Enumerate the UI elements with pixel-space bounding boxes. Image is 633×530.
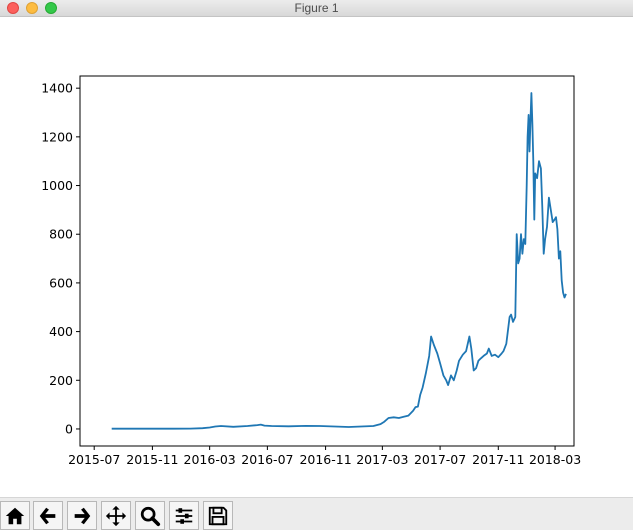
x-tick-label: 2017-07 bbox=[414, 452, 466, 467]
x-tick-label: 2016-03 bbox=[184, 452, 236, 467]
zoom-button[interactable] bbox=[135, 501, 165, 530]
configure-subplots-button[interactable] bbox=[169, 501, 199, 530]
sliders-icon bbox=[175, 507, 193, 524]
figure-canvas: 0 200 400 600 800 1000 1200 1400 2015-07 2015-11… bbox=[0, 17, 633, 497]
x-tick-label: 2018-03 bbox=[529, 452, 581, 467]
line-chart: 0 200 400 600 800 1000 1200 1400 2015-07 2015-11… bbox=[41, 75, 581, 467]
pan-button[interactable] bbox=[101, 501, 131, 530]
save-floppy-icon bbox=[208, 506, 228, 525]
y-tick-label: 0 bbox=[65, 421, 73, 436]
x-tick-label: 2016-07 bbox=[241, 452, 293, 467]
navigation-toolbar bbox=[0, 497, 633, 530]
y-tick-label: 200 bbox=[49, 373, 73, 388]
x-tick-label: 2017-11 bbox=[472, 452, 524, 467]
zoom-magnifier-icon bbox=[140, 506, 161, 526]
back-button[interactable] bbox=[33, 501, 63, 530]
window-titlebar: Figure 1 bbox=[0, 0, 633, 17]
forward-arrow-icon bbox=[74, 507, 91, 524]
y-tick-label: 1000 bbox=[41, 178, 73, 193]
x-tick-label: 2015-07 bbox=[68, 452, 120, 467]
y-tick-label: 800 bbox=[49, 227, 73, 242]
x-tick-label: 2016-11 bbox=[299, 452, 351, 467]
back-arrow-icon bbox=[39, 507, 56, 524]
window-title: Figure 1 bbox=[294, 1, 339, 15]
x-axis: 2015-07 2015-11 2016-03 2016-07 2016-11 2017-… bbox=[68, 446, 581, 467]
pan-move-icon bbox=[105, 505, 127, 526]
y-axis: 0 200 400 600 800 1000 1200 1400 bbox=[41, 81, 80, 436]
x-tick-label: 2015-11 bbox=[126, 452, 178, 467]
home-icon bbox=[5, 507, 25, 524]
y-tick-label: 1400 bbox=[41, 81, 73, 96]
home-button[interactable] bbox=[0, 501, 30, 530]
y-tick-label: 1200 bbox=[41, 129, 73, 144]
forward-button[interactable] bbox=[67, 501, 97, 530]
plot-area bbox=[79, 75, 575, 447]
save-button[interactable] bbox=[203, 501, 233, 530]
x-tick-label: 2017-03 bbox=[356, 452, 408, 467]
y-tick-label: 400 bbox=[49, 324, 73, 339]
y-tick-label: 600 bbox=[49, 275, 73, 290]
